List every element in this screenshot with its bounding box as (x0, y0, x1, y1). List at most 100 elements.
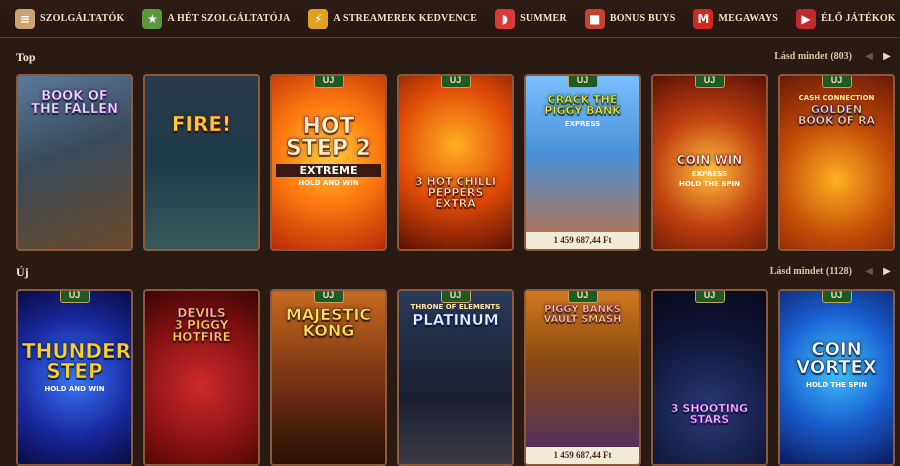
carousel-prev-icon[interactable]: ◀ (862, 50, 876, 64)
section-title: Top (16, 50, 36, 64)
game-tagline: HOLD AND WIN (44, 385, 105, 393)
nav-item[interactable]: ★ A HÉT SZOLGÁLTATÓJA (133, 0, 299, 38)
gift-icon: ■ (584, 8, 605, 29)
game-card[interactable]: HOT STEP 2 EXTREME HOLD AND WIN ÚJ (270, 74, 387, 251)
game-card[interactable]: THRONE OF ELEMENTS PLATINUM ÚJ (397, 289, 514, 466)
game-title: PIGGY BANKS VAULT SMASH (530, 304, 635, 325)
game-card[interactable]: BOOK OF THE FALLEN (16, 74, 133, 251)
game-card[interactable]: COIN WIN EXPRESS HOLD THE SPIN ÚJ (651, 74, 768, 251)
game-title-line: COIN WIN (676, 153, 743, 167)
game-title-line: STEP (46, 359, 103, 383)
new-badge: ÚJ (821, 76, 852, 88)
game-title-line: STEP 2 (286, 136, 372, 161)
game-title: DEVILS 3 PIGGY HOTFIRE (149, 307, 254, 344)
jackpot-amount: 1 459 687,44 Ft (526, 447, 639, 464)
carousel-prev-icon[interactable]: ◀ (862, 265, 876, 279)
new-badge: ÚJ (567, 76, 598, 88)
game-card[interactable]: CRACK THE PIGGY BANK EXPRESS ÚJ 1 459 687,44… (524, 74, 641, 251)
game-card[interactable]: MAJESTIC KONG ÚJ (270, 289, 387, 466)
nav-item[interactable]: ▶ ÉLŐ JÁTÉKOK (787, 0, 900, 38)
game-title: CRACK THE PIGGY BANK (530, 94, 635, 117)
nav-item-label: MEGAWAYS (718, 13, 779, 24)
nav-item[interactable]: ◗ SUMMER (486, 0, 576, 38)
game-title: PLATINUM (403, 311, 508, 329)
new-badge: ÚJ (313, 291, 344, 303)
scroll-icon: ≡ (15, 8, 35, 29)
game-card[interactable]: CASH CONNECTION GOLDEN BOOK OF RA ÚJ (778, 74, 895, 251)
new-badge: ÚJ (567, 291, 598, 303)
see-all-link[interactable]: Lásd mindet (1128) (770, 266, 852, 277)
game-thumbnail (145, 76, 258, 249)
game-title: COIN WIN (657, 153, 762, 167)
game-thumbnail (653, 291, 766, 464)
game-subtitle: EXPRESS (564, 120, 601, 128)
game-card[interactable]: 3 HOT CHILLI PEPPERS EXTRA ÚJ (397, 74, 514, 251)
nav-item-label: SZOLGÁLTATÓK (40, 13, 125, 24)
nav-item-label: BONUS BUYS (609, 13, 676, 24)
nav-item-label: A STREAMEREK KEDVENCE (333, 13, 478, 24)
game-tagline: HOLD AND WIN (298, 179, 359, 187)
game-title-line: VAULT SMASH (543, 314, 622, 325)
game-title-line: PLATINUM (412, 311, 499, 329)
game-card[interactable]: COIN VORTEX HOLD THE SPIN ÚJ (778, 289, 895, 466)
game-title: FIRE! (149, 112, 254, 136)
game-title: 3 HOT CHILLI PEPPERS EXTRA (403, 176, 508, 210)
new-badge: ÚJ (440, 76, 471, 88)
game-card[interactable]: PIGGY BANKS VAULT SMASH ÚJ 1 459 687,44 Ft (524, 289, 641, 466)
section-header-top: Top Lásd mindet (803) ◀ ▶ (0, 50, 900, 68)
game-title-line: BOOK OF RA (797, 114, 876, 127)
game-title: COIN VORTEX (784, 340, 889, 378)
game-title-line: STARS (689, 413, 730, 426)
new-badge: ÚJ (694, 291, 725, 303)
game-title: THUNDER STEP (22, 339, 132, 383)
game-tagline: HOLD THE SPIN (805, 381, 867, 389)
game-subtitle: EXPRESS (691, 170, 728, 178)
game-title: HOT STEP 2 (276, 114, 381, 161)
carousel-next-icon[interactable]: ▶ (880, 50, 894, 64)
game-thumbnail (399, 76, 512, 249)
nav-item-label: A HÉT SZOLGÁLTATÓJA (167, 13, 291, 24)
game-card[interactable]: FIRE! (143, 74, 260, 251)
game-title-line: HOTFIRE (172, 330, 231, 344)
new-badge: ÚJ (59, 291, 90, 303)
jackpot-amount: 1 459 687,44 Ft (526, 232, 639, 249)
game-card[interactable]: 3 SHOOTING STARS ÚJ (651, 289, 768, 466)
game-thumbnail (272, 76, 385, 249)
carousel-next-icon[interactable]: ▶ (880, 265, 894, 279)
nav-item[interactable]: ⚡ A STREAMEREK KEDVENCE (299, 0, 486, 38)
game-subtitle: THRONE OF ELEMENTS (410, 303, 501, 311)
trophy-icon: ★ (142, 8, 163, 29)
game-title-line: HOT (302, 114, 355, 139)
game-subtitle: EXTREME (276, 164, 381, 177)
game-title-line: PIGGY BANK (544, 104, 621, 117)
nav-item[interactable]: ≡ SZOLGÁLTATÓK (6, 0, 133, 38)
game-title-line: THE FALLEN (31, 102, 119, 117)
lightning-icon: ⚡ (308, 8, 329, 29)
watermelon-icon: ◗ (495, 8, 516, 29)
game-title: 3 SHOOTING STARS (657, 403, 762, 426)
nav-item[interactable]: M MEGAWAYS (684, 0, 787, 38)
game-title: BOOK OF THE FALLEN (22, 90, 127, 117)
nav-item-label: ÉLŐ JÁTÉKOK (821, 13, 896, 24)
game-title-line: FIRE! (171, 112, 232, 136)
game-title: GOLDEN BOOK OF RA (784, 104, 889, 127)
nav-item-label: SUMMER (520, 13, 567, 24)
live-chip-icon: ▶ (796, 8, 817, 29)
new-badge: ÚJ (313, 76, 344, 88)
game-card[interactable]: THUNDER STEP HOLD AND WIN ÚJ (16, 289, 133, 466)
game-title-line: KONG (302, 321, 355, 340)
game-title: MAJESTIC KONG (276, 306, 381, 340)
see-all-link[interactable]: Lásd mindet (803) (774, 51, 852, 62)
game-title-line: EXTRA (435, 197, 476, 210)
category-nav: ≡ SZOLGÁLTATÓK ★ A HÉT SZOLGÁLTATÓJA ⚡ A STRE… (0, 0, 900, 38)
game-card[interactable]: DEVILS 3 PIGGY HOTFIRE (143, 289, 260, 466)
game-title-line: VORTEX (796, 357, 877, 378)
new-badge: ÚJ (821, 291, 852, 303)
game-tagline: HOLD THE SPIN (678, 180, 740, 188)
game-row-top: BOOK OF THE FALLEN FIRE! HOT STEP 2 EXTREME HO… (16, 74, 895, 251)
new-badge: ÚJ (440, 291, 471, 303)
game-title-line: THUNDER (22, 339, 132, 363)
nav-item[interactable]: ■ BONUS BUYS (576, 0, 685, 38)
m-logo-icon: M (693, 8, 714, 29)
section-header-new: Új Lásd mindet (1128) ◀ ▶ (0, 265, 900, 283)
